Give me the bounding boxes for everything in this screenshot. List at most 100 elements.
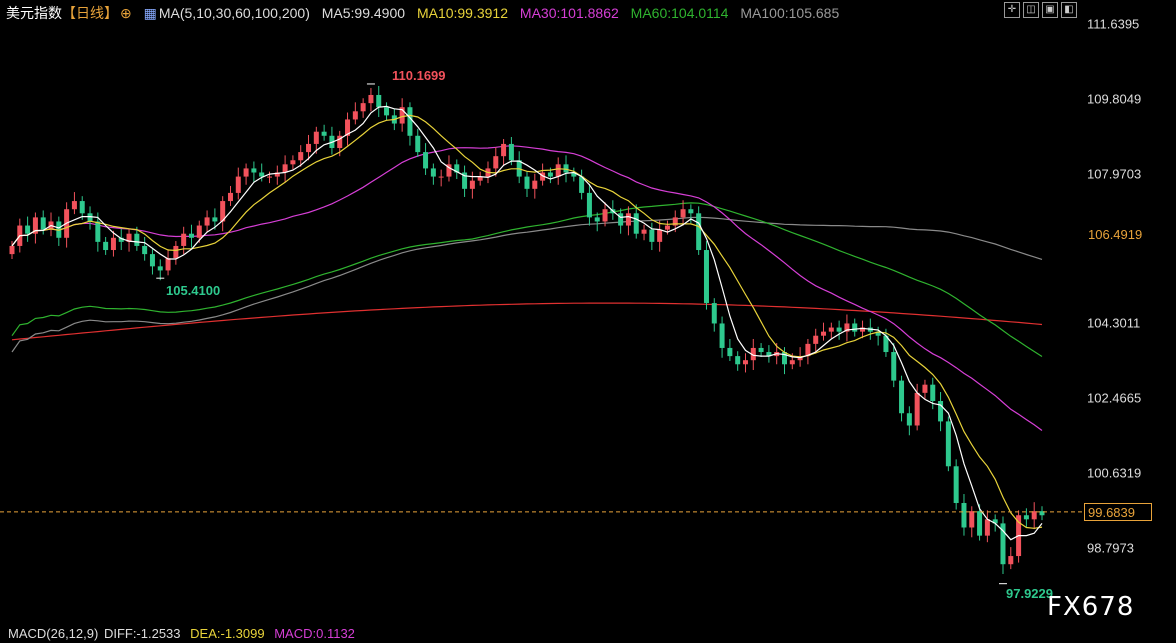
candle-body [649, 229, 655, 242]
candle-body [235, 176, 241, 193]
candle-body [25, 225, 31, 234]
price-tick-label: 111.6395 [1087, 16, 1140, 32]
candle-body [657, 229, 663, 242]
candle-body [134, 233, 140, 246]
candle-body [95, 221, 101, 242]
candle-body [680, 209, 686, 218]
candle-body [977, 511, 983, 536]
candle-body [376, 94, 382, 108]
candle-body [618, 213, 624, 226]
watermark-logo: FX678 [1047, 592, 1135, 622]
period-label[interactable]: 【日线】 [62, 5, 118, 21]
low-annotation-2: 97.9229 [1006, 586, 1053, 601]
chart-toolbar: ✛ ◫ ▣ ◧ [1004, 2, 1077, 18]
candle-body [79, 201, 85, 214]
crosshair-icon[interactable]: ✛ [1004, 2, 1020, 18]
restore-icon[interactable]: ◧ [1061, 2, 1077, 18]
candle-body [173, 245, 179, 259]
ma10-value: MA10:99.3912 [416, 5, 509, 21]
candle-body [415, 135, 421, 153]
candle-body [188, 233, 194, 238]
candle-body [727, 347, 733, 357]
candle-body [930, 384, 936, 401]
candle-body [142, 245, 148, 255]
candle-body [789, 360, 795, 365]
price-axis: 111.6395 109.8049 107.9703 104.3011 102.4665… [1082, 0, 1176, 643]
candle-body [501, 143, 507, 157]
highlight-price-tag: 106.4919 [1084, 225, 1152, 244]
macd-legend: MACD(26,12,9) DIFF:-1.2533 DEA:-1.3099 M… [8, 626, 361, 641]
candle-body [110, 237, 116, 251]
candle-body [735, 356, 741, 365]
macd-dea: DEA:-1.3099 [190, 626, 265, 641]
ma30-value: MA30:101.8862 [519, 5, 619, 21]
candle-body [555, 164, 561, 177]
candle-body [212, 217, 218, 222]
candle-body [914, 392, 920, 426]
candle-body [922, 384, 928, 393]
candle-body [508, 143, 514, 161]
candle-body [969, 511, 975, 528]
chart-indicator-icon[interactable]: ▦ [144, 5, 157, 21]
candle-body [9, 245, 15, 255]
candle-body [828, 327, 834, 332]
candle-body [586, 192, 592, 218]
price-tick-label: 98.7973 [1087, 540, 1134, 556]
price-tick-label: 104.3011 [1087, 315, 1141, 331]
candle-body [204, 217, 210, 226]
candle-body [891, 352, 897, 381]
candle-body [852, 323, 858, 332]
candle-body [165, 258, 171, 271]
candle-body [251, 168, 257, 173]
candle-body [641, 229, 647, 234]
candle-body [306, 143, 312, 153]
candle-body [423, 152, 429, 169]
ma5-value: MA5:99.4900 [321, 5, 406, 21]
candle-body [282, 164, 288, 173]
candle-body [157, 266, 163, 271]
candle-body [352, 111, 358, 120]
candle-body [703, 250, 709, 304]
candle-body [368, 94, 374, 104]
candle-body [259, 172, 265, 177]
candle-body [945, 421, 951, 467]
candle-body [298, 152, 304, 161]
candle-body [360, 103, 366, 112]
candle-body [594, 217, 600, 222]
candle-body [696, 213, 702, 251]
candle-body [906, 413, 912, 426]
candle-body [711, 303, 717, 324]
ma-params: MA(5,10,30,60,100,200) [158, 5, 310, 21]
candle-body [267, 176, 272, 178]
candle-body [149, 254, 155, 267]
high-annotation: 110.1699 [392, 68, 446, 83]
candle-body [227, 192, 233, 202]
macd-value: MACD:0.1132 [274, 626, 355, 641]
candle-body [430, 168, 436, 177]
candle-body [181, 233, 187, 246]
candle-body [836, 327, 842, 332]
candlestick-chart[interactable] [0, 0, 1082, 643]
candle-body [899, 380, 905, 414]
macd-diff: DIFF:-1.2533 [103, 626, 181, 641]
candle-body [821, 331, 827, 336]
candle-body [40, 217, 46, 230]
add-icon[interactable]: ⊕ [120, 5, 132, 21]
fullscreen-icon[interactable]: ▣ [1042, 2, 1058, 18]
candle-body [961, 503, 967, 528]
candle-body [196, 225, 202, 238]
chart-header: 美元指数【日线】 ⊕ ▦ MA(5,10,30,60,100,200) MA5:99… [0, 3, 847, 21]
candle-body [469, 180, 475, 189]
candle-body [1023, 515, 1029, 520]
low-annotation-1: 105.4100 [166, 283, 221, 298]
price-tick-label: 109.8049 [1087, 91, 1142, 107]
candle-body [633, 213, 639, 234]
candle-body [493, 156, 499, 169]
candle-body [563, 164, 569, 173]
candles [9, 83, 1045, 585]
candle-body [547, 172, 553, 177]
price-tick-label: 107.9703 [1087, 166, 1142, 182]
split-view-icon[interactable]: ◫ [1023, 2, 1039, 18]
candle-body [313, 131, 319, 144]
macd-params: MACD(26,12,9) [8, 626, 99, 641]
